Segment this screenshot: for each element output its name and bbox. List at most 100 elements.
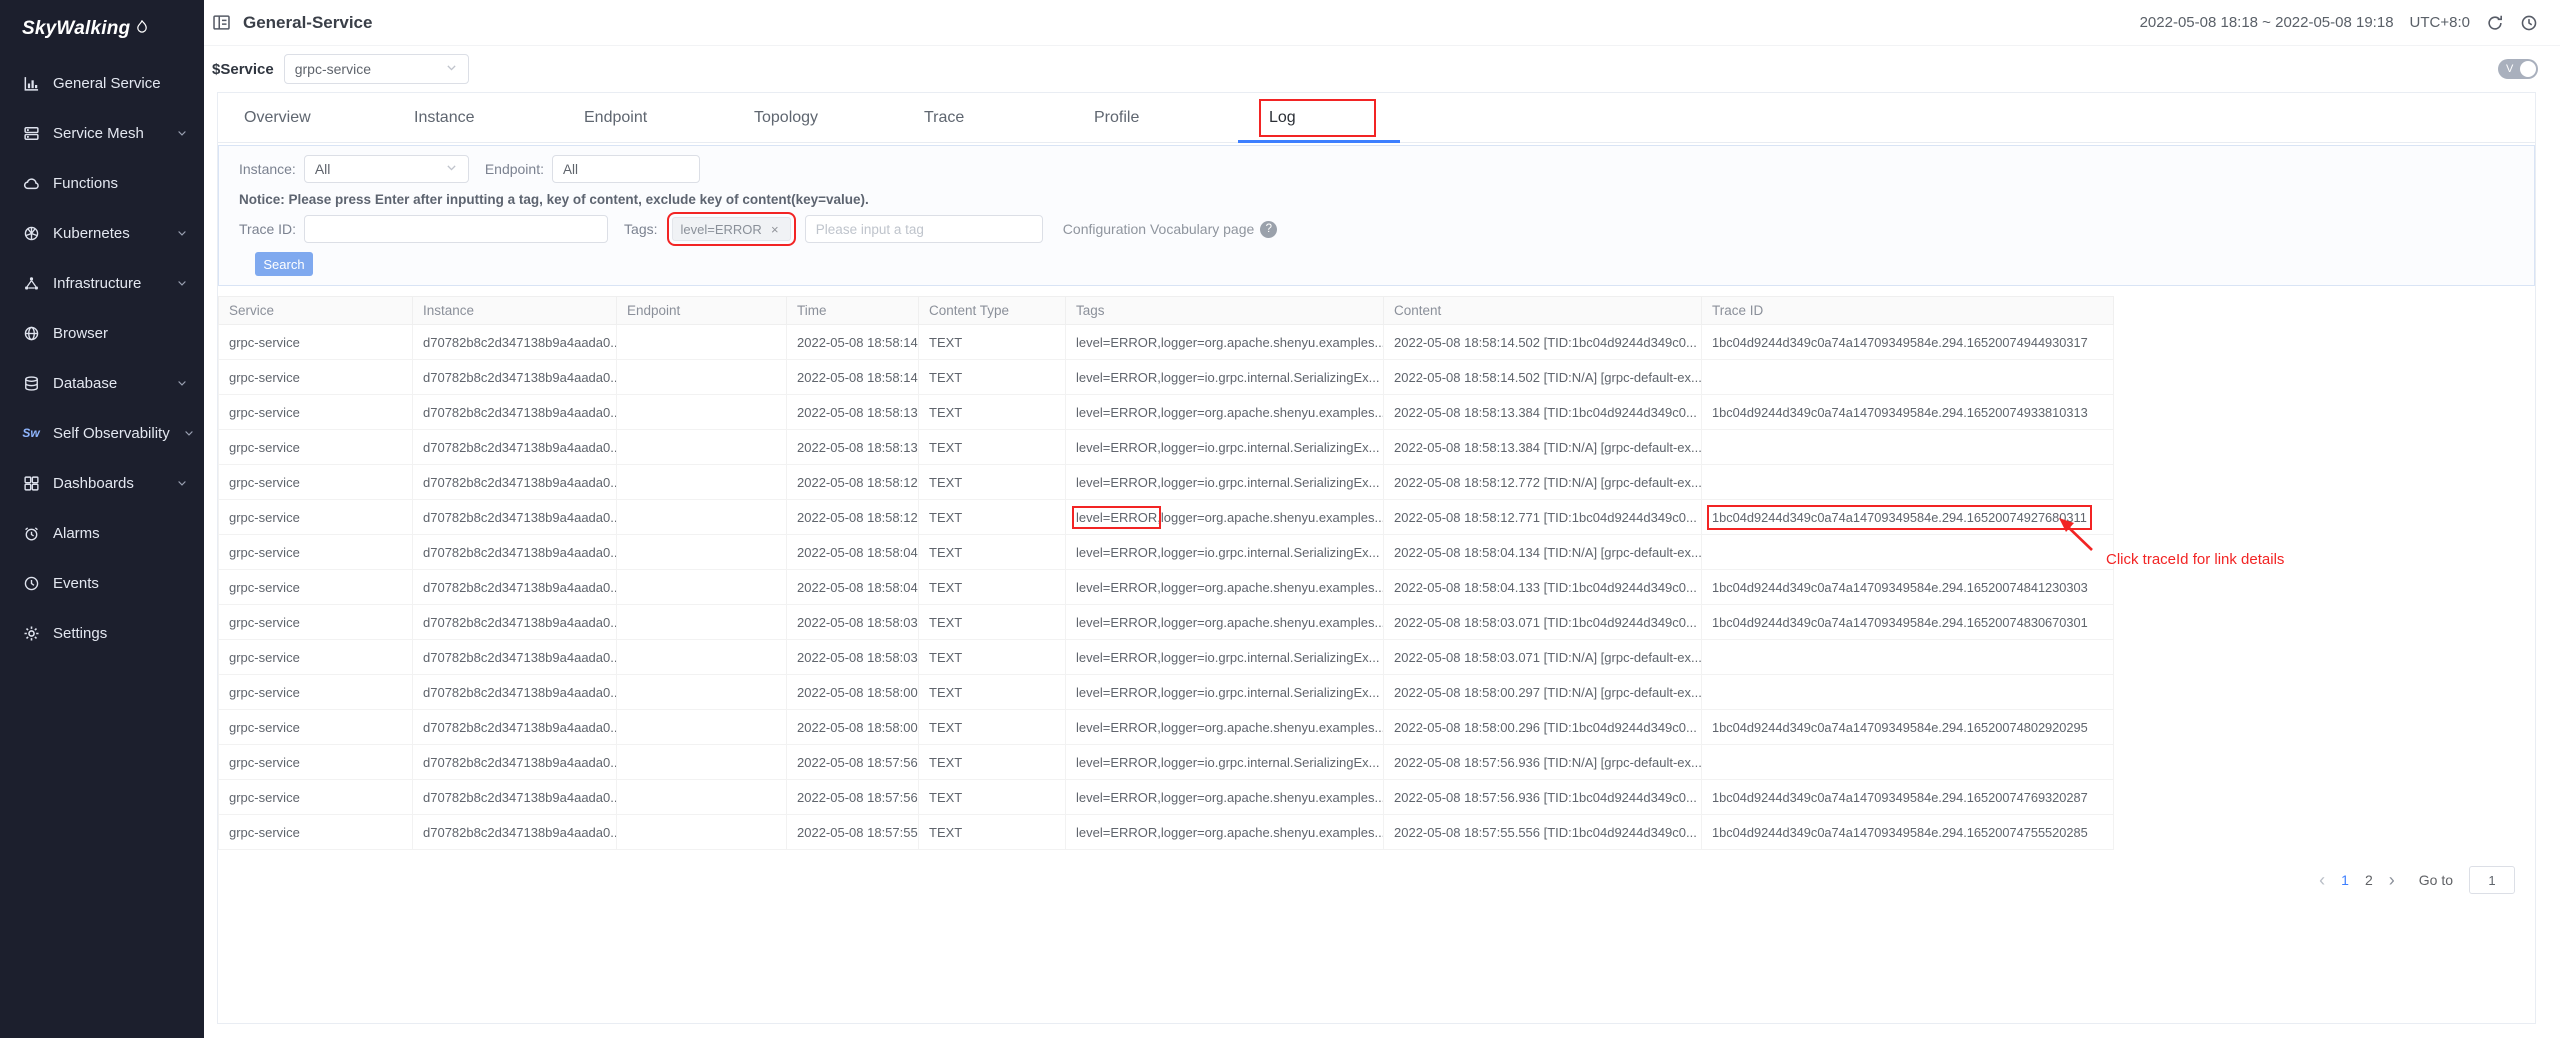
cloud-icon [22, 174, 40, 192]
endpoint-input[interactable] [552, 155, 700, 183]
version-toggle[interactable]: V [2498, 59, 2538, 79]
remove-tag-icon[interactable]: × [768, 222, 782, 236]
cell-trace-id[interactable] [1702, 745, 2114, 780]
trace-id-value: 1bc04d9244d349c0a74a14709349584e.294.165… [1712, 510, 2087, 525]
cell-trace-id[interactable] [1702, 430, 2114, 465]
tab-topology[interactable]: Topology [728, 93, 898, 142]
goto-page-input[interactable] [2469, 866, 2515, 894]
skywalking-logo[interactable]: SkyWalking [0, 0, 204, 58]
search-button[interactable]: Search [255, 252, 313, 276]
trace-id-value: 1bc04d9244d349c0a74a14709349584e.294.165… [1712, 580, 2088, 595]
sidebar-item-infrastructure[interactable]: Infrastructure [0, 258, 204, 308]
sidebar-item-database[interactable]: Database [0, 358, 204, 408]
table-row[interactable]: grpc-service d70782b8c2d347138b9a4aada0.… [219, 325, 2114, 360]
cell-content: 2022-05-08 18:58:12.772 [TID:N/A] [grpc-… [1384, 465, 1702, 500]
cell-trace-id[interactable]: 1bc04d9244d349c0a74a14709349584e.294.165… [1702, 395, 2114, 430]
tab-endpoint[interactable]: Endpoint [558, 93, 728, 142]
cell-trace-id[interactable]: 1bc04d9244d349c0a74a14709349584e.294.165… [1702, 570, 2114, 605]
tag-logger: ,logger=io.grpc.internal.SerializingEx..… [1157, 545, 1379, 560]
cell-trace-id[interactable]: 1bc04d9244d349c0a74a14709349584e.294.165… [1702, 500, 2114, 535]
cell-content: 2022-05-08 18:58:04.134 [TID:N/A] [grpc-… [1384, 535, 1702, 570]
cell-trace-id[interactable] [1702, 535, 2114, 570]
cell-content-type: TEXT [919, 675, 1066, 710]
sidebar-item-label: Kubernetes [53, 225, 130, 242]
tab-trace[interactable]: Trace [898, 93, 1068, 142]
cell-trace-id[interactable] [1702, 360, 2114, 395]
auto-refresh-clock-icon[interactable] [2520, 14, 2538, 32]
cell-content: 2022-05-08 18:58:03.071 [TID:N/A] [grpc-… [1384, 640, 1702, 675]
cell-trace-id[interactable]: 1bc04d9244d349c0a74a14709349584e.294.165… [1702, 780, 2114, 815]
table-row[interactable]: grpc-service d70782b8c2d347138b9a4aada0.… [219, 465, 2114, 500]
sidebar-item-functions[interactable]: Functions [0, 158, 204, 208]
cell-instance: d70782b8c2d347138b9a4aada0... [413, 675, 617, 710]
vocabulary-link[interactable]: Configuration Vocabulary page ? [1063, 221, 1277, 238]
sidebar-item-alarms[interactable]: Alarms [0, 508, 204, 558]
table-row[interactable]: grpc-service d70782b8c2d347138b9a4aada0.… [219, 395, 2114, 430]
cell-trace-id[interactable]: 1bc04d9244d349c0a74a14709349584e.294.165… [1702, 710, 2114, 745]
timezone[interactable]: UTC+8:0 [2410, 14, 2470, 31]
pagination-next-icon[interactable]: › [2389, 871, 2395, 889]
sidebar-item-events[interactable]: Events [0, 558, 204, 608]
cell-service: grpc-service [219, 360, 413, 395]
tag-logger: ,logger=org.apache.shenyu.examples... [1157, 405, 1383, 420]
table-row[interactable]: grpc-service d70782b8c2d347138b9a4aada0.… [219, 535, 2114, 570]
pagination-prev-icon[interactable]: ‹ [2319, 871, 2325, 889]
cell-trace-id[interactable] [1702, 465, 2114, 500]
cell-trace-id[interactable]: 1bc04d9244d349c0a74a14709349584e.294.165… [1702, 325, 2114, 360]
instance-select[interactable]: All [304, 155, 469, 183]
sidebar-item-dashboards[interactable]: Dashboards [0, 458, 204, 508]
cell-content: 2022-05-08 18:57:56.936 [TID:1bc04d9244d… [1384, 780, 1702, 815]
tag-logger: ,logger=org.apache.shenyu.examples... [1157, 615, 1383, 630]
help-icon[interactable]: ? [1260, 221, 1277, 238]
sidebar-item-self-observability[interactable]: Sw Self Observability [0, 408, 204, 458]
sidebar-item-kubernetes[interactable]: Kubernetes [0, 208, 204, 258]
table-row[interactable]: grpc-service d70782b8c2d347138b9a4aada0.… [219, 675, 2114, 710]
cell-trace-id[interactable] [1702, 640, 2114, 675]
column-header-instance: Instance [413, 297, 617, 325]
instance-filter-label: Instance: [239, 161, 296, 177]
sidebar-item-general-service[interactable]: General Service [0, 58, 204, 108]
table-row[interactable]: grpc-service d70782b8c2d347138b9a4aada0.… [219, 360, 2114, 395]
sidebar-item-label: Dashboards [53, 475, 134, 492]
clock-icon [22, 574, 40, 592]
cell-endpoint [617, 465, 787, 500]
cell-time: 2022-05-08 18:58:13 [787, 395, 919, 430]
table-row[interactable]: grpc-service d70782b8c2d347138b9a4aada0.… [219, 430, 2114, 465]
grid-icon [22, 474, 40, 492]
cell-trace-id[interactable] [1702, 675, 2114, 710]
cell-content-type: TEXT [919, 605, 1066, 640]
sw-icon: Sw [22, 424, 40, 442]
cell-trace-id[interactable]: 1bc04d9244d349c0a74a14709349584e.294.165… [1702, 605, 2114, 640]
table-row[interactable]: grpc-service d70782b8c2d347138b9a4aada0.… [219, 745, 2114, 780]
time-range[interactable]: 2022-05-08 18:18 ~ 2022-05-08 19:18 [2140, 14, 2394, 31]
table-row[interactable]: grpc-service d70782b8c2d347138b9a4aada0.… [219, 640, 2114, 675]
tag-chip[interactable]: level=ERROR × [672, 217, 791, 241]
table-row[interactable]: grpc-service d70782b8c2d347138b9a4aada0.… [219, 815, 2114, 850]
layout-list-icon[interactable] [212, 13, 231, 32]
trace-id-input[interactable] [304, 215, 608, 243]
tag-level: level=ERROR [1076, 475, 1157, 490]
tab-overview[interactable]: Overview [218, 93, 388, 142]
pagination-page-2[interactable]: 2 [2365, 872, 2373, 888]
cell-endpoint [617, 430, 787, 465]
table-row[interactable]: grpc-service d70782b8c2d347138b9a4aada0.… [219, 710, 2114, 745]
sidebar-item-settings[interactable]: Settings [0, 608, 204, 658]
table-row[interactable]: grpc-service d70782b8c2d347138b9a4aada0.… [219, 780, 2114, 815]
table-row[interactable]: grpc-service d70782b8c2d347138b9a4aada0.… [219, 605, 2114, 640]
tab-instance[interactable]: Instance [388, 93, 558, 142]
tab-log[interactable]: Log [1238, 93, 1408, 142]
sidebar-nav: General Service Service Mesh Functions [0, 58, 204, 658]
tag-level: level=ERROR [1076, 615, 1157, 630]
cell-trace-id[interactable]: 1bc04d9244d349c0a74a14709349584e.294.165… [1702, 815, 2114, 850]
tag-input[interactable] [805, 215, 1043, 243]
sidebar-item-browser[interactable]: Browser [0, 308, 204, 358]
service-select[interactable]: grpc-service [284, 54, 469, 84]
service-bar: $Service grpc-service V [204, 46, 2560, 92]
table-row[interactable]: grpc-service d70782b8c2d347138b9a4aada0.… [219, 500, 2114, 535]
tab-profile[interactable]: Profile [1068, 93, 1238, 142]
refresh-icon[interactable] [2486, 14, 2504, 32]
pagination-page-1[interactable]: 1 [2341, 872, 2349, 888]
globe-icon [22, 324, 40, 342]
sidebar-item-service-mesh[interactable]: Service Mesh [0, 108, 204, 158]
table-row[interactable]: grpc-service d70782b8c2d347138b9a4aada0.… [219, 570, 2114, 605]
